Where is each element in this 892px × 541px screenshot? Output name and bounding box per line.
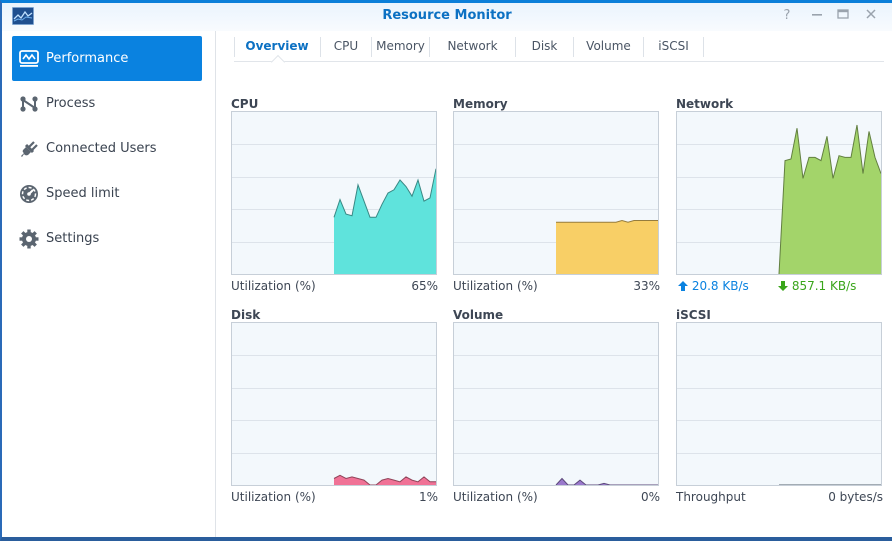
help-icon: ? (783, 8, 791, 23)
active-tab-indicator (270, 54, 286, 70)
cpu-chart (231, 111, 437, 275)
sidebar-item-settings[interactable]: Settings (12, 216, 202, 261)
sidebar-item-process[interactable]: Process (12, 81, 202, 126)
series-area-network (779, 125, 881, 274)
chart-svg (232, 144, 436, 274)
process-icon (18, 93, 40, 115)
upload-value: 20.8 KB/s (691, 279, 749, 293)
sidebar-item-performance[interactable]: Performance (12, 36, 202, 81)
sidebar-item-speed-limit[interactable]: Speed limit (12, 171, 202, 216)
panel-title: Disk (231, 308, 261, 322)
close-icon (865, 9, 877, 24)
maximize-button[interactable] (834, 8, 852, 24)
download-rate: 857.1 KB/s (778, 279, 856, 293)
series-area-memory (556, 220, 658, 274)
maximize-icon (837, 9, 849, 24)
disk-chart (231, 322, 437, 486)
upload-rate: 20.8 KB/s (678, 279, 749, 293)
speedometer-icon (18, 183, 40, 205)
sidebar-item-label: Speed limit (46, 186, 120, 201)
sidebar-item-label: Connected Users (46, 141, 157, 156)
plug-icon (18, 138, 40, 160)
tab-disk[interactable]: Disk (516, 37, 574, 57)
upload-arrow-icon (678, 281, 688, 291)
panel-title: Network (676, 97, 734, 111)
footer-value: 0% (640, 490, 660, 504)
minimize-button[interactable] (808, 8, 826, 24)
chart-svg (454, 355, 658, 485)
footer-label: Throughput (676, 490, 746, 504)
chart-svg (677, 355, 881, 485)
memory-chart (453, 111, 659, 275)
footer-value: 33% (633, 279, 660, 293)
series-area-cpu (334, 168, 436, 274)
help-button[interactable]: ? (778, 8, 796, 24)
title-bar: Resource Monitor ? (2, 3, 892, 31)
performance-icon (18, 48, 40, 70)
tab-bar: Overview CPU Memory Network Disk Volume … (234, 31, 884, 70)
tab-iscsi[interactable]: iSCSI (644, 37, 704, 57)
footer-label: Utilization (%) (231, 279, 316, 293)
sidebar-item-label: Performance (46, 51, 129, 66)
panel-title: iSCSI (676, 308, 711, 322)
footer-label: Utilization (%) (453, 279, 538, 293)
footer-value: 0 bytes/s (828, 490, 883, 504)
chart-svg (677, 124, 881, 274)
sidebar-item-label: Settings (46, 231, 100, 246)
sidebar-item-label: Process (46, 96, 96, 111)
tab-memory[interactable]: Memory (372, 37, 430, 57)
download-value: 857.1 KB/s (791, 279, 857, 293)
sidebar-item-connected-users[interactable]: Connected Users (12, 126, 202, 171)
panel-title: Memory (453, 97, 508, 111)
download-arrow-icon (778, 281, 788, 291)
iscsi-chart (676, 322, 882, 486)
footer-value: 1% (418, 490, 438, 504)
panel-title: CPU (231, 97, 259, 111)
resource-monitor-window: Resource Monitor ? Performance Process C… (0, 0, 892, 541)
close-button[interactable] (862, 8, 880, 24)
minimize-icon (811, 9, 823, 24)
footer-value: 65% (411, 279, 438, 293)
window-title: Resource Monitor (382, 8, 512, 23)
tab-cpu[interactable]: CPU (321, 37, 372, 57)
footer-label: Utilization (%) (231, 490, 316, 504)
network-chart (676, 111, 882, 275)
chart-svg (454, 144, 658, 274)
volume-chart (453, 322, 659, 486)
tab-network[interactable]: Network (430, 37, 516, 57)
series-line-volume (555, 477, 658, 485)
chart-svg (232, 355, 436, 485)
tab-volume[interactable]: Volume (574, 37, 644, 57)
footer-label: Utilization (%) (453, 490, 538, 504)
gear-icon (18, 228, 40, 250)
sidebar: Performance Process Connected Users Spee… (2, 31, 216, 537)
panel-title: Volume (453, 308, 504, 322)
